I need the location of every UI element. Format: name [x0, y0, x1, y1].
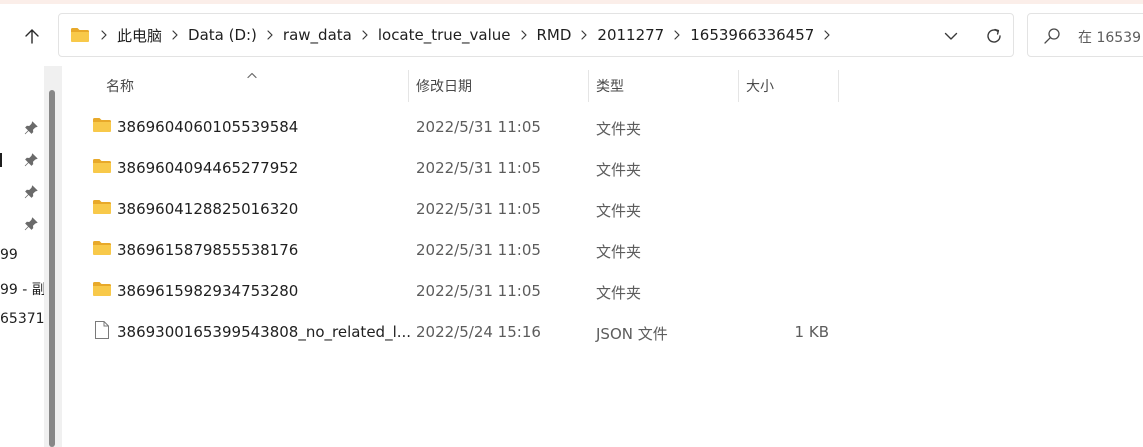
- file-row[interactable]: 3869604060105539584 2022/5/31 11:05 文件夹: [84, 109, 844, 145]
- file-modified: 2022/5/31 11:05: [416, 159, 541, 177]
- chevron-right-icon[interactable]: [259, 29, 281, 41]
- folder-icon: [92, 117, 112, 137]
- column-divider[interactable]: [738, 70, 739, 102]
- column-divider[interactable]: [588, 70, 589, 102]
- breadcrumb-item[interactable]: 此电脑: [115, 25, 164, 46]
- chevron-right-icon[interactable]: [573, 29, 595, 41]
- file-type: 文件夹: [596, 161, 642, 179]
- nav-scrollbar[interactable]: [44, 66, 62, 447]
- folder-icon: [92, 281, 112, 301]
- search-placeholder: 在 16539: [1078, 30, 1141, 46]
- column-header-modified[interactable]: 修改日期: [416, 70, 586, 102]
- pin-icon[interactable]: [24, 216, 38, 235]
- file-row[interactable]: 3869615879855538176 2022/5/31 11:05 文件夹: [84, 232, 844, 268]
- column-divider[interactable]: [838, 70, 839, 102]
- breadcrumb-item[interactable]: 2011277: [595, 26, 666, 44]
- file-modified: 2022/5/31 11:05: [416, 200, 541, 218]
- file-row[interactable]: 3869300165399543808_no_related_l... 2022/…: [84, 314, 844, 350]
- pin-icon[interactable]: [24, 184, 38, 203]
- file-type: JSON 文件: [596, 325, 668, 343]
- file-name: 3869604094465277952: [117, 159, 299, 177]
- folder-icon: [70, 27, 90, 47]
- address-bar[interactable]: 此电脑 Data (D:) raw_data locate_true_value RMD…: [58, 13, 1014, 57]
- file-name: 3869604060105539584: [117, 118, 299, 136]
- nav-item-label[interactable]: 99 - 副: [0, 279, 44, 299]
- window-top-edge: [0, 0, 1143, 4]
- folder-icon: [92, 158, 112, 178]
- navigation-pane: 99 99 - 副 653714: [0, 66, 44, 447]
- file-size: 1 KB: [794, 323, 829, 341]
- file-type: 文件夹: [596, 243, 642, 261]
- pin-icon[interactable]: [24, 152, 38, 171]
- address-history-dropdown[interactable]: [941, 26, 961, 46]
- refresh-icon: [987, 28, 1001, 43]
- file-type: 文件夹: [596, 284, 642, 302]
- arrow-up-icon: [25, 29, 39, 44]
- folder-icon: [92, 199, 112, 219]
- breadcrumb-item[interactable]: Data (D:): [186, 26, 259, 44]
- search-icon: [1044, 28, 1060, 44]
- chevron-right-icon[interactable]: [513, 29, 535, 41]
- file-row[interactable]: 3869604094465277952 2022/5/31 11:05 文件夹: [84, 150, 844, 186]
- file-name: 3869300165399543808_no_related_l...: [117, 323, 412, 341]
- nav-item-marker: [0, 153, 2, 167]
- file-row[interactable]: 3869615982934753280 2022/5/31 11:05 文件夹: [84, 273, 844, 309]
- column-header-type[interactable]: 类型: [596, 70, 736, 102]
- folder-icon: [92, 240, 112, 260]
- file-modified: 2022/5/31 11:05: [416, 241, 541, 259]
- scrollbar-thumb[interactable]: [49, 90, 55, 447]
- column-header-size[interactable]: 大小: [746, 70, 836, 102]
- nav-item-label[interactable]: 653714: [0, 311, 44, 327]
- file-name: 3869615982934753280: [117, 282, 299, 300]
- breadcrumb-item[interactable]: raw_data: [281, 26, 354, 44]
- pin-icon[interactable]: [24, 120, 38, 139]
- chevron-right-icon[interactable]: [164, 29, 186, 41]
- file-icon: [94, 320, 110, 344]
- breadcrumb-item[interactable]: 1653966336457: [688, 26, 816, 44]
- chevron-right-icon[interactable]: [354, 29, 376, 41]
- nav-item-label[interactable]: 99: [0, 247, 18, 263]
- breadcrumb-item[interactable]: RMD: [535, 26, 574, 44]
- file-row[interactable]: 3869604128825016320 2022/5/31 11:05 文件夹: [84, 191, 844, 227]
- column-divider[interactable]: [408, 70, 409, 102]
- breadcrumb: 此电脑 Data (D:) raw_data locate_true_value RMD…: [93, 14, 838, 56]
- file-modified: 2022/5/31 11:05: [416, 282, 541, 300]
- file-modified: 2022/5/24 15:16: [416, 323, 541, 341]
- chevron-right-icon[interactable]: [93, 29, 115, 41]
- refresh-button[interactable]: [983, 25, 1005, 47]
- file-name: 3869604128825016320: [117, 200, 299, 218]
- breadcrumb-item[interactable]: locate_true_value: [376, 26, 513, 44]
- up-button[interactable]: [18, 22, 46, 50]
- file-type: 文件夹: [596, 120, 642, 138]
- file-modified: 2022/5/31 11:05: [416, 118, 541, 136]
- search-box[interactable]: 在 16539: [1027, 13, 1143, 57]
- column-header-name[interactable]: 名称: [106, 70, 406, 102]
- file-type: 文件夹: [596, 202, 642, 220]
- chevron-right-icon[interactable]: [666, 29, 688, 41]
- chevron-down-icon: [944, 32, 958, 40]
- file-name: 3869615879855538176: [117, 241, 299, 259]
- chevron-right-icon[interactable]: [816, 29, 838, 41]
